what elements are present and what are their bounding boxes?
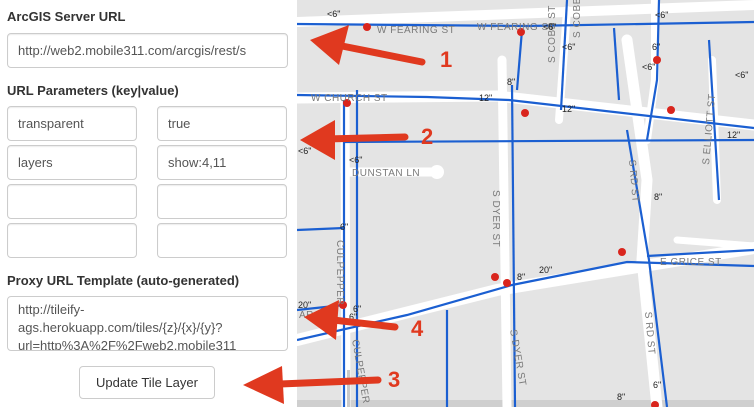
pipe-label: <6" [327, 9, 340, 19]
street-label: S COBB ST [547, 5, 558, 63]
pipe-label: <6" [298, 146, 311, 156]
street-label: S COBB ST [572, 0, 583, 38]
param-key-4[interactable] [7, 223, 137, 258]
pipe-label: 12" [479, 93, 492, 103]
param-key-3[interactable] [7, 184, 137, 219]
annotation-3: 3 [388, 367, 401, 392]
url-params-label: URL Parameters (key|value) [7, 83, 179, 98]
server-url-input[interactable] [7, 33, 288, 68]
pipe-label: 6" [353, 304, 361, 314]
street-label: E GRICE ST [660, 257, 722, 268]
annotation-arrow-icon [243, 366, 382, 404]
param-value-4[interactable] [157, 223, 287, 258]
pipe-label: <6" [642, 62, 655, 72]
config-panel: ArcGIS Server URL URL Parameters (key|va… [0, 0, 297, 407]
pipe-label: <6" [735, 70, 748, 80]
proxy-url-label: Proxy URL Template (auto-generated) [7, 273, 240, 288]
annotation-2: 2 [421, 124, 434, 149]
server-url-label: ArcGIS Server URL [7, 9, 126, 24]
street-label: W CHURCH ST [311, 93, 388, 104]
pipe-label: 8" [507, 77, 515, 87]
annotation-1: 1 [440, 47, 453, 72]
pipe-label: 12" [562, 104, 575, 114]
pipe-label: 6" [340, 222, 348, 232]
street-label: DUNSTAN LN [352, 168, 420, 179]
pipe-label: <6" [655, 10, 668, 20]
annotation-4: 4 [411, 316, 424, 341]
param-key-2[interactable] [7, 145, 137, 180]
pipe-label: 20" [539, 265, 552, 275]
param-key-1[interactable] [7, 106, 137, 141]
pipe-label: <6" [349, 155, 362, 165]
street-label: W FEARING ST [377, 25, 455, 36]
pipe-label: 8" [617, 392, 625, 402]
pipe-label: 6" [653, 380, 661, 390]
pipe-label: 8" [517, 272, 525, 282]
pipe-label: <6" [543, 22, 556, 32]
pipe-label: 12" [727, 130, 740, 140]
pipe-label: 6" [652, 42, 660, 52]
param-value-3[interactable] [157, 184, 287, 219]
param-value-2[interactable] [157, 145, 287, 180]
map-view[interactable]: W FEARING ST W FEARING ST S COBB ST S CO… [297, 0, 754, 407]
pipe-label: 20" [298, 300, 311, 310]
pipe-label: 8" [654, 192, 662, 202]
pipe-label: <6" [562, 42, 575, 52]
street-label: S DYER ST [490, 190, 501, 247]
param-value-1[interactable] [157, 106, 287, 141]
street-label: CULPEPPER [334, 240, 345, 305]
update-tile-layer-button[interactable]: Update Tile Layer [79, 366, 215, 399]
proxy-url-textarea[interactable]: http://tileify-ags.herokuapp.com/tiles/{… [7, 296, 288, 351]
